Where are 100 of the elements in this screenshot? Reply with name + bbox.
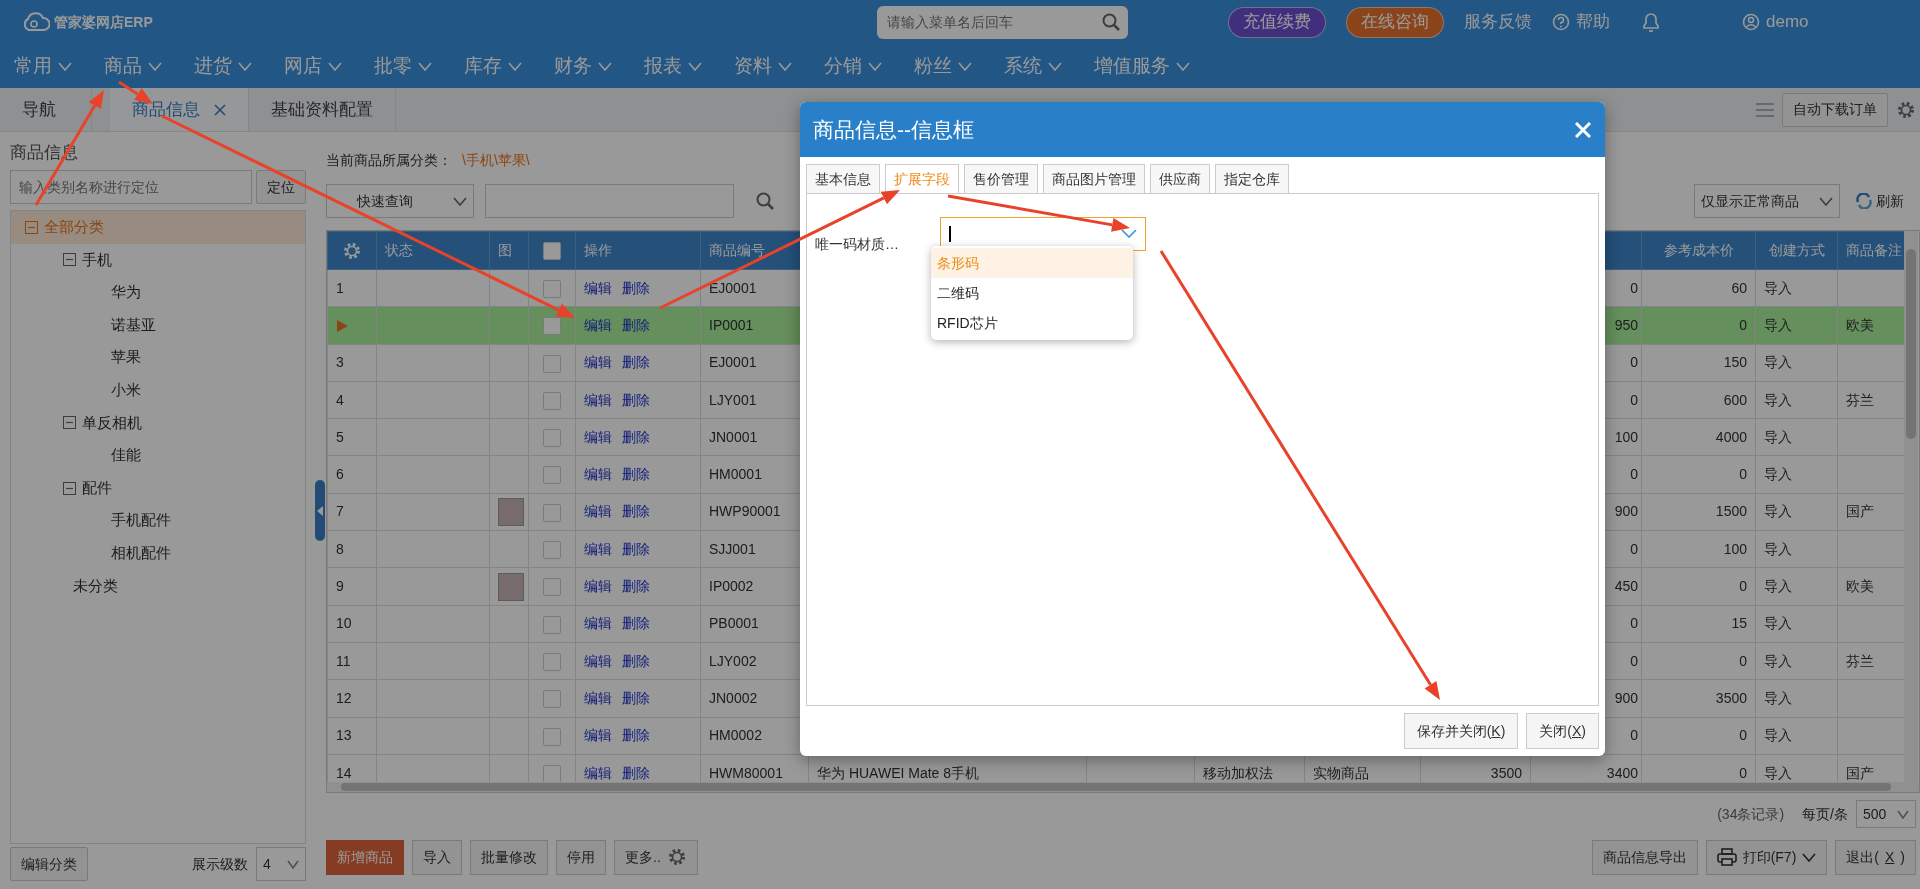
dialog-tab[interactable]: 售价管理 [964,164,1038,193]
menu-item[interactable]: 系统 [990,51,1080,81]
dialog-tab[interactable]: 指定仓库 [1215,164,1289,193]
row-checkbox[interactable] [543,578,561,597]
tree-item[interactable]: 单反相机 [11,406,305,440]
delete-link[interactable]: 删除 [622,540,650,557]
user-menu[interactable]: demo [1742,9,1809,35]
menu-item[interactable]: 报表 [630,51,720,81]
toolbar-button[interactable]: 导入 [412,839,462,875]
dropdown-option[interactable]: 二维码 [931,278,1133,308]
row-checkbox[interactable] [543,429,561,448]
feedback-link[interactable]: 服务反馈 [1464,9,1532,35]
menu-item[interactable]: 财务 [540,51,630,81]
dropdown-option[interactable]: RFID芯片 [931,308,1133,338]
delete-link[interactable]: 删除 [622,391,650,408]
add-product-button[interactable]: 新增商品 [326,839,404,875]
column-header[interactable]: 操作 [575,231,701,270]
menu-item[interactable]: 库存 [450,51,540,81]
delete-link[interactable]: 删除 [622,578,650,594]
depth-select[interactable]: 4 [256,847,306,881]
edit-link[interactable]: 编辑 [584,652,612,669]
close-icon[interactable] [214,103,226,116]
delete-link[interactable]: 删除 [622,466,650,483]
refresh-button[interactable]: 刷新 [1856,190,1904,212]
product-filter-select[interactable]: 仅显示正常商品 [1694,184,1840,218]
collapse-icon[interactable] [25,220,38,234]
edit-link[interactable]: 编辑 [584,316,612,333]
edit-link[interactable]: 编辑 [584,391,612,408]
edit-link[interactable]: 编辑 [584,689,612,706]
tree-item[interactable]: 手机配件 [11,504,305,537]
page-tab[interactable]: 商品信息 [110,88,249,131]
menu-search-input[interactable]: 请输入菜单名后回车 [885,10,1102,34]
vertical-scrollbar[interactable] [1904,231,1918,782]
tree-item[interactable]: 配件 [11,471,305,505]
menu-item[interactable]: 资料 [720,51,810,81]
row-checkbox[interactable] [543,391,561,410]
column-settings-icon[interactable] [342,241,362,262]
tree-item[interactable]: 华为 [11,276,305,309]
edit-link[interactable]: 编辑 [584,428,612,445]
menu-item[interactable]: 粉丝 [900,51,990,81]
exit-button[interactable]: 退出( X ) [1835,839,1916,875]
list-icon[interactable] [1756,102,1774,117]
edit-link[interactable]: 编辑 [584,503,612,520]
print-button[interactable]: 打印(F7) [1705,839,1828,875]
per-page-select[interactable]: 500 [1856,800,1916,828]
edit-link[interactable]: 编辑 [584,466,612,483]
edit-link[interactable]: 编辑 [584,764,612,781]
query-type-select[interactable]: 快速查询 [326,184,474,218]
toolbar-button[interactable]: 批量修改 [470,839,548,875]
select-all-checkbox[interactable] [543,242,561,261]
row-checkbox[interactable] [543,541,561,559]
panel-collapse-handle[interactable] [314,480,325,541]
row-checkbox[interactable] [543,652,561,671]
row-checkbox[interactable] [543,503,561,522]
tree-item[interactable]: 佳能 [11,439,305,472]
row-checkbox[interactable] [543,764,561,782]
recharge-button[interactable]: 充值续费 [1228,6,1326,38]
dialog-tab[interactable]: 商品图片管理 [1043,164,1145,193]
delete-link[interactable]: 删除 [622,727,650,744]
bell-icon[interactable] [1640,10,1662,34]
edit-link[interactable]: 编辑 [584,354,612,371]
row-checkbox[interactable] [543,615,561,634]
edit-link[interactable]: 编辑 [584,540,612,557]
auto-download-button[interactable]: 自动下载订单 [1782,92,1888,127]
row-checkbox[interactable] [543,690,561,709]
tree-item[interactable]: 未分类 [11,569,305,603]
dialog-tab[interactable]: 基本信息 [806,164,880,193]
menu-item[interactable]: 增值服务 [1080,51,1208,81]
row-checkbox[interactable] [543,466,561,485]
collapse-icon[interactable] [63,253,76,267]
menu-item[interactable]: 商品 [90,51,180,81]
toolbar-button[interactable]: 停用 [556,839,606,875]
column-header[interactable]: 状态 [376,231,490,270]
tree-item[interactable]: 小米 [11,373,305,407]
dialog-tab[interactable]: 扩展字段 [885,164,959,193]
menu-item[interactable]: 进货 [180,51,270,81]
row-checkbox[interactable] [543,354,561,373]
tree-item[interactable]: 相机配件 [11,536,305,570]
edit-category-button[interactable]: 编辑分类 [10,847,88,881]
locate-button[interactable]: 定位 [256,170,306,204]
edit-link[interactable]: 编辑 [584,727,612,744]
row-checkbox[interactable] [543,317,561,336]
menu-item[interactable]: 分销 [810,51,900,81]
row-checkbox[interactable] [543,279,561,298]
search-icon[interactable] [1102,13,1120,31]
delete-link[interactable]: 删除 [622,316,650,333]
delete-link[interactable]: 删除 [622,279,650,296]
settings-icon[interactable] [1896,99,1916,120]
delete-link[interactable]: 删除 [622,354,650,371]
close-button[interactable]: 关闭(X) [1526,713,1599,749]
page-tab[interactable]: 基础资料配置 [249,88,396,131]
save-close-button[interactable]: 保存并关闭(K) [1403,713,1519,749]
edit-link[interactable]: 编辑 [584,615,612,632]
menu-item[interactable]: 常用 [0,51,90,81]
edit-link[interactable]: 编辑 [584,279,612,296]
tree-item[interactable]: 苹果 [11,341,305,374]
collapse-icon[interactable] [63,416,76,430]
export-button[interactable]: 商品信息导出 [1591,839,1698,875]
column-header[interactable]: 图 [489,231,529,270]
search-icon[interactable] [756,192,774,210]
